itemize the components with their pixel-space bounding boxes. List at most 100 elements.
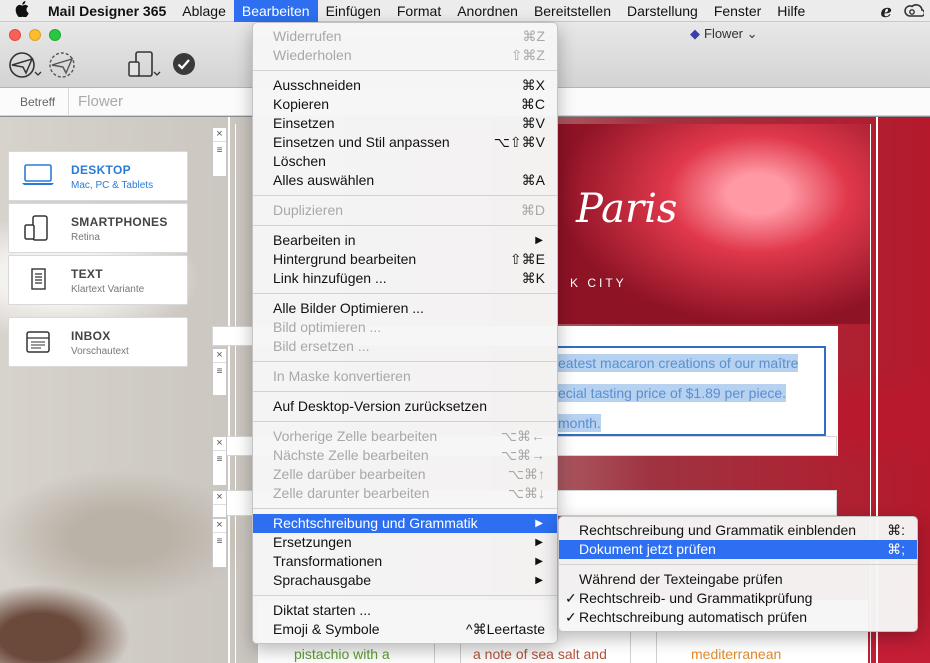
close-icon[interactable]: × <box>213 491 226 505</box>
device-preview-icon[interactable] <box>126 50 162 86</box>
zoom-window-button[interactable] <box>49 29 61 41</box>
hero-image[interactable]: Paris K CITY <box>558 124 870 324</box>
drag-handle-icon[interactable]: ≡ <box>213 363 226 381</box>
menu-item-sprachausgabe[interactable]: Sprachausgabe ▶ <box>253 571 557 590</box>
menu-item-rechtschreibung-und-grammatik[interactable]: Rechtschreibung und Grammatik ▶ <box>253 514 557 533</box>
menu-item-loeschen[interactable]: Löschen <box>253 152 557 171</box>
selected-text-line[interactable]: month. <box>558 414 601 432</box>
menu-item-label: Löschen <box>273 153 326 169</box>
drag-handle-icon[interactable]: ≡ <box>213 451 226 469</box>
close-icon[interactable]: × <box>213 437 226 451</box>
menu-item-shortcut: ⌘V <box>521 115 545 131</box>
menu-item-einsetzen-und-stil-anpassen[interactable]: Einsetzen und Stil anpassen ⌥⇧⌘V <box>253 133 557 152</box>
menu-item-label: Zelle darunter bearbeiten <box>273 485 430 501</box>
selected-text-line[interactable]: ecial tasting price of $1.89 per piece. <box>558 384 787 402</box>
menu-format[interactable]: Format <box>389 0 449 22</box>
menu-item-label: Auf Desktop-Version zurücksetzen <box>273 398 487 414</box>
device-title: DESKTOP <box>71 163 131 177</box>
menu-item-auf-desktop-version-zuruecksetzen[interactable]: Auf Desktop-Version zurücksetzen <box>253 397 557 416</box>
menu-fenster[interactable]: Fenster <box>706 0 769 22</box>
checkmark-icon: ✓ <box>565 609 577 625</box>
drag-handle-icon[interactable]: ≡ <box>213 533 226 551</box>
menu-item-label: Wiederholen <box>273 47 352 63</box>
menu-item-label: Bild optimieren ... <box>273 319 382 335</box>
menu-bearbeiten[interactable]: Bearbeiten <box>233 0 318 22</box>
close-icon[interactable]: × <box>213 349 226 363</box>
checkmark-icon[interactable] <box>172 52 196 82</box>
block-handle[interactable]: × ≡ <box>212 127 227 177</box>
spelling-submenu: Rechtschreibung und Grammatik einblenden… <box>558 516 918 632</box>
status-icons: e <box>881 0 926 22</box>
menu-bereitstellen[interactable]: Bereitstellen <box>526 0 619 22</box>
menu-item-transformationen[interactable]: Transformationen ▶ <box>253 552 557 571</box>
block-handle[interactable]: × <box>212 490 227 518</box>
close-window-button[interactable] <box>9 29 21 41</box>
device-title: SMARTPHONES <box>71 215 168 229</box>
menu-item-rechtschreibung-und-grammatik-einblenden[interactable]: Rechtschreibung und Grammatik einblenden… <box>559 521 917 540</box>
device-text[interactable]: TEXT Klartext Variante <box>8 255 188 305</box>
menu-separator <box>253 293 557 294</box>
menu-item-label: Dokument jetzt prüfen <box>579 541 716 557</box>
device-desktop[interactable]: DESKTOP Mac, PC & Tablets <box>8 151 188 201</box>
subject-input[interactable]: Flower <box>78 93 123 110</box>
menu-item-rechtschreibung-automatisch-pruefen[interactable]: ✓ Rechtschreibung automatisch prüfen <box>559 608 917 627</box>
menu-item-diktat-starten[interactable]: Diktat starten ... <box>253 601 557 620</box>
menu-item-shortcut: ⇧⌘Z <box>510 47 545 63</box>
menu-item-vorherige-zelle-bearbeiten: Vorherige Zelle bearbeiten ⌥⌘← <box>253 427 557 446</box>
menu-item-shortcut: ⌘C <box>520 96 545 112</box>
menu-ablage[interactable]: Ablage <box>174 0 234 22</box>
menu-darstellung[interactable]: Darstellung <box>619 0 706 22</box>
menu-einfuegen[interactable]: Einfügen <box>318 0 389 22</box>
device-inbox[interactable]: INBOX Vorschautext <box>8 317 188 367</box>
menu-item-alle-bilder-optimieren[interactable]: Alle Bilder Optimieren ... <box>253 299 557 318</box>
menu-item-shortcut: ⌘; <box>887 541 905 557</box>
apple-icon[interactable] <box>0 0 44 21</box>
menu-item-rechtschreib-und-grammatikpruefung[interactable]: ✓ Rechtschreib- und Grammatikprüfung <box>559 589 917 608</box>
menu-hilfe[interactable]: Hilfe <box>769 0 813 22</box>
menu-anordnen[interactable]: Anordnen <box>449 0 526 22</box>
menu-item-zelle-darueber-bearbeiten: Zelle darüber bearbeiten ⌥⌘↑ <box>253 465 557 484</box>
block-handle[interactable]: × ≡ <box>212 348 227 396</box>
device-title: TEXT <box>71 267 103 281</box>
menu-item-shortcut: ⌥⌘↓ <box>507 485 545 501</box>
close-icon[interactable]: × <box>213 519 226 533</box>
menu-item-ausschneiden[interactable]: Ausschneiden ⌘X <box>253 76 557 95</box>
product-text[interactable]: pistachio with a <box>294 646 390 662</box>
e-icon[interactable]: e <box>881 1 892 22</box>
menu-item-duplizieren: Duplizieren ⌘D <box>253 201 557 220</box>
product-text[interactable]: a note of sea salt and <box>473 646 607 662</box>
close-icon[interactable]: × <box>213 128 226 142</box>
menu-item-waehrend-der-texteingabe-pruefen[interactable]: Während der Texteingabe prüfen <box>559 570 917 589</box>
submenu-arrow-icon: ▶ <box>535 575 543 586</box>
drag-handle-icon[interactable]: ≡ <box>213 142 226 160</box>
menu-separator <box>253 391 557 392</box>
menu-app-name[interactable]: Mail Designer 365 <box>44 0 174 22</box>
menu-item-label: Widerrufen <box>273 28 342 44</box>
menu-item-einsetzen[interactable]: Einsetzen ⌘V <box>253 114 557 133</box>
menu-item-bearbeiten-in[interactable]: Bearbeiten in ▶ <box>253 231 557 250</box>
document-icon: ◆ <box>690 26 700 41</box>
menu-item-shortcut: ⌥⇧⌘V <box>493 134 545 150</box>
test-send-icon[interactable] <box>46 50 80 86</box>
menu-item-shortcut: ⌥⌘← <box>500 428 545 444</box>
subject-label: Betreff <box>20 95 56 109</box>
menu-item-dokument-jetzt-pruefen[interactable]: Dokument jetzt prüfen ⌘; <box>559 540 917 559</box>
minimize-window-button[interactable] <box>29 29 41 41</box>
menu-item-alles-auswaehlen[interactable]: Alles auswählen ⌘A <box>253 171 557 190</box>
menu-item-kopieren[interactable]: Kopieren ⌘C <box>253 95 557 114</box>
menu-item-ersetzungen[interactable]: Ersetzungen ▶ <box>253 533 557 552</box>
menu-item-hintergrund-bearbeiten[interactable]: Hintergrund bearbeiten ⇧⌘E <box>253 250 557 269</box>
menu-item-link-hinzufuegen[interactable]: Link hinzufügen ... ⌘K <box>253 269 557 288</box>
block-handle[interactable]: × ≡ <box>212 518 227 568</box>
send-plane-icon[interactable] <box>8 50 42 86</box>
menu-item-label: Rechtschreibung und Grammatik einblenden <box>579 522 857 538</box>
selected-text-line[interactable]: eatest macaron creations of our maître <box>558 354 799 372</box>
device-smartphones[interactable]: SMARTPHONES Retina <box>8 203 188 253</box>
product-text[interactable]: mediterranean <box>691 646 781 662</box>
document-title[interactable]: ◆ Flower ⌄ <box>690 26 758 42</box>
menu-item-label: Rechtschreib- und Grammatikprüfung <box>579 590 813 606</box>
creative-cloud-icon[interactable] <box>904 3 926 20</box>
block-handle[interactable]: × ≡ <box>212 436 227 486</box>
menu-item-label: Transformationen <box>273 553 383 569</box>
menu-item-emoji-symbole[interactable]: Emoji & Symbole ^⌘Leertaste <box>253 620 557 639</box>
